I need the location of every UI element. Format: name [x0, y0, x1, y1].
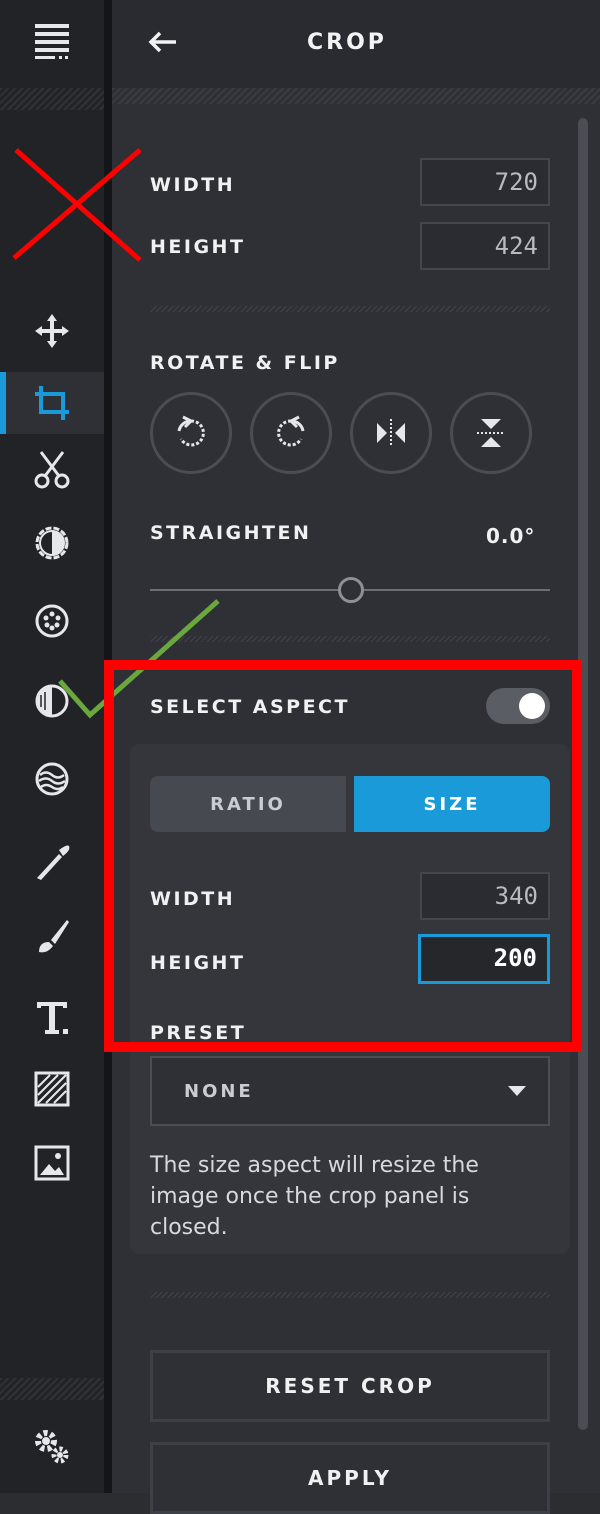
vignette-icon-svg: [35, 684, 69, 718]
rail-divider: [104, 0, 112, 1493]
preset-label: PRESET: [150, 1022, 247, 1044]
tab-ratio[interactable]: RATIO: [150, 776, 346, 832]
settings-icon-svg: [35, 1430, 69, 1464]
brightness-icon[interactable]: [0, 512, 104, 574]
rotate-flip-label: ROTATE & FLIP: [150, 352, 340, 374]
rotate-right-button[interactable]: [250, 392, 332, 474]
brush-icon[interactable]: [0, 830, 104, 892]
arrow-left-icon[interactable]: [142, 22, 182, 62]
settings-icon[interactable]: [0, 1416, 104, 1478]
select-aspect-label: SELECT ASPECT: [150, 696, 350, 718]
move-icon[interactable]: [0, 300, 104, 362]
separator: [150, 1292, 550, 1298]
cut-icon[interactable]: [0, 438, 104, 500]
texture-icon[interactable]: [0, 1058, 104, 1120]
rotate-left-button[interactable]: [150, 392, 232, 474]
text-icon[interactable]: [0, 986, 104, 1048]
brush-icon-svg: [37, 845, 70, 880]
flip-horizontal-button[interactable]: [350, 392, 432, 474]
apply-button[interactable]: APPLY: [150, 1442, 550, 1514]
waves-icon-svg: [35, 762, 69, 796]
paint-icon-svg: [39, 920, 69, 953]
crop-height-field[interactable]: 424: [420, 222, 550, 270]
text-icon-svg: [37, 1002, 68, 1034]
straighten-value: 0.0°: [486, 524, 536, 548]
filter-icon[interactable]: [0, 590, 104, 652]
preset-value: NONE: [184, 1081, 254, 1102]
aspect-height-label: HEIGHT: [150, 952, 246, 974]
header-hatch: [112, 88, 600, 104]
toggle-knob: [519, 693, 545, 719]
crop-height-label: HEIGHT: [150, 236, 246, 258]
straighten-slider-handle[interactable]: [338, 577, 364, 603]
chevron-down-icon: [508, 1086, 526, 1096]
filter-icon-svg: [35, 604, 69, 638]
separator: [150, 636, 550, 642]
flip-vertical-button[interactable]: [450, 392, 532, 474]
image-icon-svg: [34, 1145, 70, 1181]
crop-icon[interactable]: [0, 372, 104, 434]
vignette-icon[interactable]: [0, 670, 104, 732]
separator: [150, 306, 550, 312]
aspect-width-label: WIDTH: [150, 888, 236, 910]
move-icon-svg: [35, 314, 69, 348]
flip-vertical-icon: [477, 419, 505, 447]
aspect-height-field[interactable]: 200: [418, 934, 550, 984]
rotate-right-icon: [277, 415, 305, 447]
flip-horizontal-icon: [377, 419, 405, 447]
aspect-width-field[interactable]: 340: [420, 872, 550, 920]
tool-rail: [0, 0, 104, 1493]
waves-icon[interactable]: [0, 748, 104, 810]
crop-icon-svg: [35, 386, 69, 420]
crop-width-field[interactable]: 720: [420, 158, 550, 206]
rail-hatch: [0, 88, 104, 110]
size-aspect-note: The size aspect will resize the image on…: [150, 1153, 479, 1240]
tab-size[interactable]: SIZE: [354, 776, 550, 832]
straighten-label: STRAIGHTEN: [150, 522, 312, 544]
paint-icon[interactable]: [0, 906, 104, 968]
menu-icon[interactable]: [0, 10, 104, 72]
cut-icon-svg: [34, 451, 70, 489]
panel-header: CROP: [112, 0, 600, 88]
image-icon[interactable]: [0, 1132, 104, 1194]
page-title: CROP: [307, 30, 387, 55]
crop-width-label: WIDTH: [150, 174, 236, 196]
menu-icon-svg: [35, 24, 69, 59]
scrollbar[interactable]: [578, 118, 588, 1430]
reset-crop-button[interactable]: RESET CROP: [150, 1350, 550, 1422]
select-aspect-toggle[interactable]: [486, 688, 550, 724]
rotate-left-icon: [177, 415, 205, 447]
brightness-icon-svg: [35, 526, 69, 560]
crop-panel: CROP WIDTH 720 HEIGHT 424 ROTATE & FLIP: [112, 0, 600, 1514]
preset-select[interactable]: NONE: [150, 1056, 550, 1126]
texture-icon-svg: [34, 1071, 70, 1107]
rail-hatch-bottom: [0, 1378, 104, 1400]
